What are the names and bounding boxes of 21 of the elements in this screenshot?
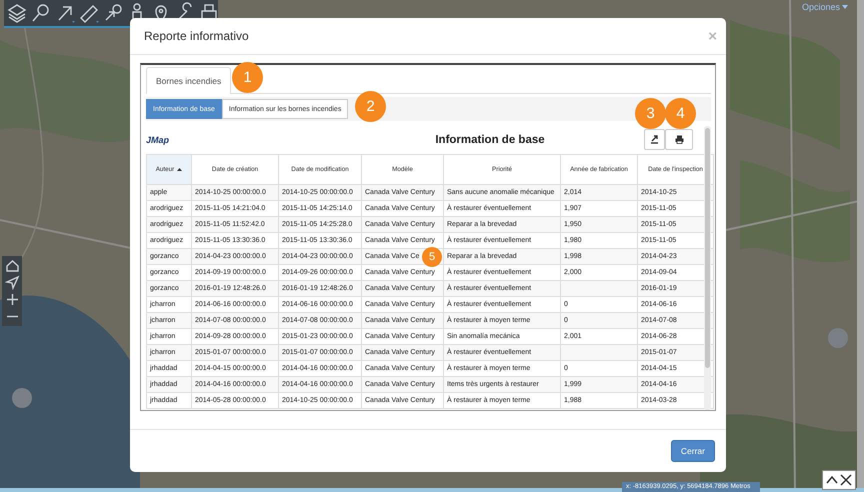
tab[interactable]: Bornes incendies [146,67,232,94]
close-button[interactable]: Cerrar [670,440,715,462]
layers-icon[interactable] [6,2,28,24]
navigate-icon[interactable] [4,275,20,290]
sort-ascending-icon [177,168,182,171]
export-icon [650,135,659,144]
home-icon[interactable] [4,258,20,273]
callout-badge: 5 [422,246,442,266]
zoom-in-icon[interactable] [4,292,20,307]
logo: JMap [146,134,170,144]
close-icon[interactable] [840,474,852,486]
callout-badge: 1 [232,62,263,93]
caret-icon [842,5,848,9]
scrollbar[interactable] [704,126,711,410]
callout-badge: 2 [355,91,386,122]
dialog-title: Reporte informativo [144,29,249,43]
print-icon [674,135,684,144]
collapse-icon[interactable] [826,474,838,486]
print-button[interactable] [665,129,693,150]
report-title: Information de base [434,134,546,146]
export-button[interactable] [644,129,665,150]
